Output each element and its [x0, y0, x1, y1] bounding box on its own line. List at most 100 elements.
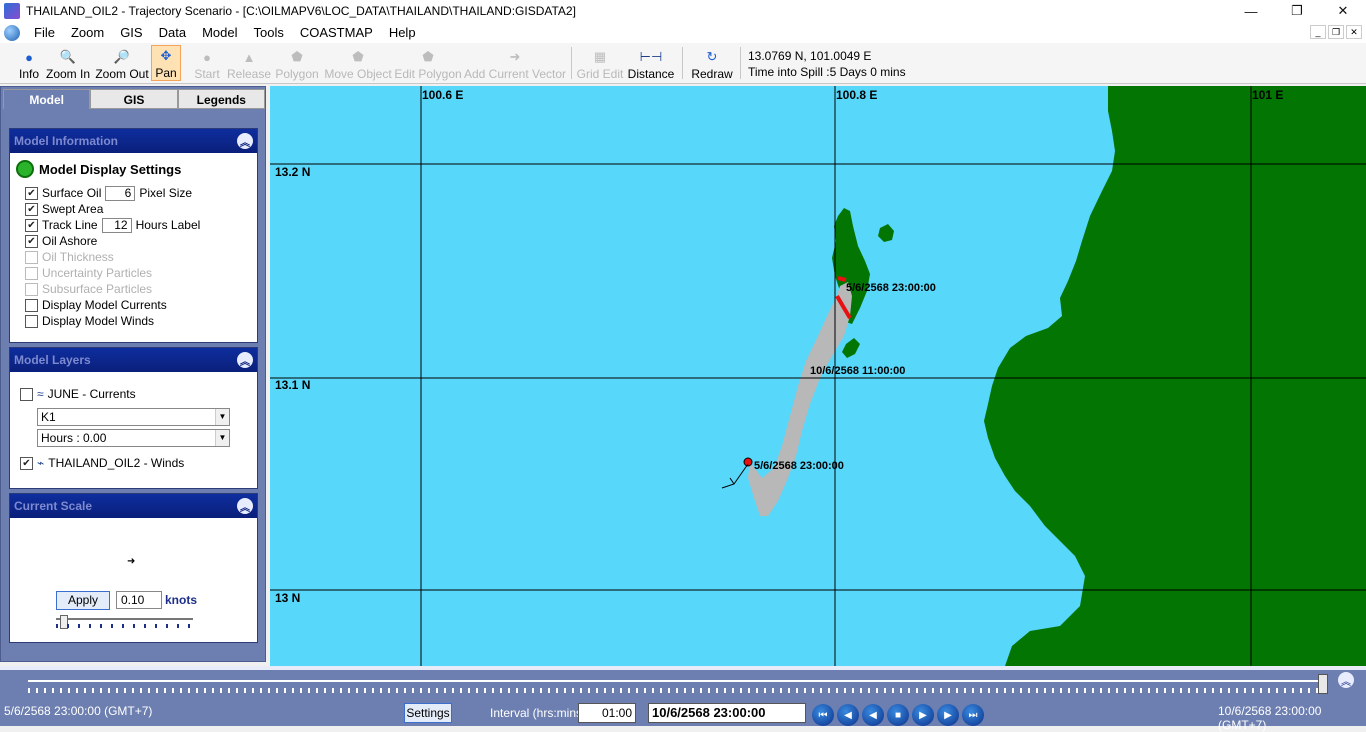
info-button[interactable]: ● Info: [14, 45, 44, 82]
time-slider-thumb[interactable]: [1318, 674, 1328, 694]
menu-gis[interactable]: GIS: [112, 25, 150, 40]
lat-label-13: 13 N: [275, 591, 301, 605]
stop-icon[interactable]: ■: [887, 704, 909, 726]
last-frame-icon[interactable]: ⏭: [962, 704, 984, 726]
current-time-input[interactable]: 10/6/2568 23:00:00: [648, 703, 806, 723]
wind-barb-icon: [721, 463, 749, 489]
redraw-button[interactable]: ↻ Redraw: [691, 45, 732, 81]
uncertainty-particles-checkbox[interactable]: [25, 266, 38, 280]
chevron-down-icon: ▼: [215, 430, 229, 446]
menu-help[interactable]: Help: [381, 25, 424, 40]
mdi-restore-button[interactable]: ❐: [1328, 25, 1344, 39]
currents-layer-checkbox[interactable]: [20, 387, 33, 401]
left-panel: Model GIS Legends Model Information ︽ Mo…: [0, 86, 266, 662]
subsurface-particles-row: Subsurface Particles: [25, 281, 152, 297]
model-information-header[interactable]: Model Information ︽: [10, 129, 257, 153]
collapse-icon[interactable]: ︽: [237, 133, 253, 149]
track-line-checkbox[interactable]: ✔: [25, 218, 38, 232]
zoom-out-button[interactable]: 🔎 Zoom Out: [95, 45, 148, 81]
collapse-icon[interactable]: ︽: [237, 498, 253, 514]
winds-layer-checkbox[interactable]: ✔: [20, 456, 33, 470]
play-backward-icon[interactable]: ◀: [862, 704, 884, 726]
current-scale-slider[interactable]: [56, 615, 193, 629]
edit-polygon-button[interactable]: ⬟ Edit Polygon: [394, 45, 461, 81]
title-bar: THAILAND_OIL2 - Trajectory Scenario - [C…: [0, 0, 1366, 22]
swept-area-checkbox[interactable]: ✔: [25, 202, 38, 216]
surface-oil-checkbox[interactable]: ✔: [25, 186, 38, 200]
start-button[interactable]: ● Start: [192, 45, 222, 82]
move-object-button[interactable]: ⬟ Move Object: [324, 45, 391, 81]
menu-zoom[interactable]: Zoom: [63, 25, 112, 40]
lat-label-13-2: 13.2 N: [275, 165, 311, 179]
polygon-button[interactable]: ⬟ Polygon: [275, 45, 318, 81]
track-label-end: 5/6/2568 23:00:00: [846, 282, 936, 294]
oil-thickness-row: Oil Thickness: [25, 249, 114, 265]
display-model-currents-checkbox[interactable]: [25, 298, 38, 312]
release-button[interactable]: ▲ Release: [227, 45, 271, 82]
currents-layer-row: ≈ JUNE - Currents: [20, 386, 136, 402]
mdi-minimize-button[interactable]: _: [1310, 25, 1326, 39]
toolbar-separator: [740, 47, 741, 79]
menu-coastmap[interactable]: COASTMAP: [292, 25, 381, 40]
grid-edit-button[interactable]: ▦ Grid Edit: [577, 45, 624, 81]
hours-select[interactable]: Hours : 0.00 ▼: [37, 429, 230, 447]
tab-gis[interactable]: GIS: [90, 89, 178, 109]
current-scale-group: Current Scale ︽ ➜ Apply 0.10 knots: [9, 493, 258, 643]
constituent-select[interactable]: K1 ▼: [37, 408, 230, 426]
current-scale-arrow-icon: ➜: [127, 556, 136, 567]
oil-thickness-checkbox[interactable]: [25, 250, 38, 264]
apply-button[interactable]: Apply: [56, 591, 110, 610]
play-forward-icon[interactable]: ▶: [912, 704, 934, 726]
end-time-label: 10/6/2568 23:00:00 (GMT+7): [1218, 704, 1322, 732]
close-button[interactable]: ✕: [1320, 0, 1366, 22]
pixel-size-input[interactable]: 6: [105, 185, 136, 201]
winds-icon: ⌁: [37, 456, 45, 470]
winds-layer-row: ✔ ⌁ THAILAND_OIL2 - Winds: [20, 455, 184, 471]
edit-polygon-icon: ⬟: [422, 49, 434, 64]
window-title: THAILAND_OIL2 - Trajectory Scenario - [C…: [26, 4, 576, 18]
hours-label-input[interactable]: 12: [101, 217, 132, 233]
tab-model[interactable]: Model: [3, 89, 91, 109]
step-forward-icon[interactable]: ▶: [937, 704, 959, 726]
minimize-button[interactable]: —: [1228, 0, 1274, 22]
display-model-winds-checkbox[interactable]: [25, 314, 38, 328]
interval-input[interactable]: 01:00: [578, 703, 636, 723]
add-current-vector-button[interactable]: ➜ Add Current Vector: [464, 45, 566, 81]
menu-tools[interactable]: Tools: [245, 25, 291, 40]
tab-legends[interactable]: Legends: [177, 89, 265, 109]
map-view[interactable]: 100.6 E 100.8 E 101 E 13.2 N 13.1 N 13 N…: [270, 86, 1366, 666]
maximize-button[interactable]: ❐: [1274, 0, 1320, 22]
subsurface-particles-checkbox[interactable]: [25, 282, 38, 296]
oil-ashore-checkbox[interactable]: ✔: [25, 234, 38, 248]
step-back-icon[interactable]: ◀: [837, 704, 859, 726]
info-icon: ●: [25, 49, 33, 65]
menu-file[interactable]: File: [26, 25, 63, 40]
current-scale-header[interactable]: Current Scale ︽: [10, 494, 257, 518]
model-layers-group: Model Layers ︽ ≈ JUNE - Currents K1 ▼ Ho…: [9, 347, 258, 489]
current-scale-unit: knots: [165, 593, 198, 607]
distance-button[interactable]: ⊢⊣ Distance: [628, 45, 675, 81]
menu-data[interactable]: Data: [151, 25, 194, 40]
green-refresh-icon[interactable]: [16, 160, 34, 178]
arrow-right-icon: ➜: [509, 49, 521, 64]
model-layers-header[interactable]: Model Layers ︽: [10, 348, 257, 372]
toolbar-separator: [682, 47, 683, 79]
first-frame-icon[interactable]: ⏮: [812, 704, 834, 726]
zoom-in-button[interactable]: 🔍 Zoom In: [46, 45, 90, 81]
lon-label-100-6: 100.6 E: [422, 88, 464, 102]
track-line-row: ✔ Track Line 12 Hours Label: [25, 217, 200, 233]
interval-label: Interval (hrs:mins): [490, 706, 587, 720]
collapse-icon[interactable]: ︽: [237, 352, 253, 368]
currents-icon: ≈: [37, 387, 44, 401]
collapse-icon[interactable]: ︽: [1338, 672, 1354, 688]
pan-button[interactable]: ✥ Pan: [151, 45, 181, 81]
swept-area-row: ✔ Swept Area: [25, 201, 103, 217]
mdi-close-button[interactable]: ✕: [1346, 25, 1362, 39]
time-slider[interactable]: [28, 674, 1328, 694]
current-scale-input[interactable]: 0.10: [116, 591, 162, 609]
settings-button[interactable]: Settings: [404, 703, 452, 723]
menu-model[interactable]: Model: [194, 25, 245, 40]
release-icon: ▲: [242, 49, 256, 65]
zoom-in-icon: 🔍: [59, 49, 77, 64]
islet-land: [878, 224, 894, 242]
